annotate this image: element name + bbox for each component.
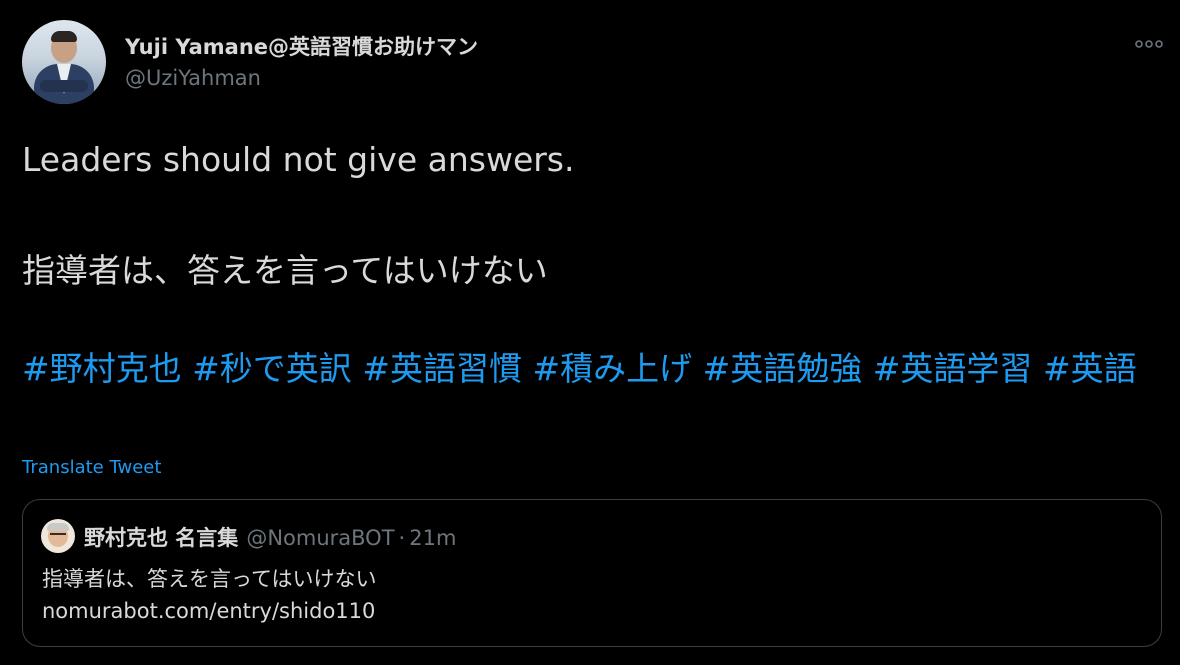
author-avatar[interactable] (22, 20, 106, 104)
quoted-avatar-glasses (50, 533, 66, 539)
quoted-tweet-header: 野村克也 名言集 @NomuraBOT · 21m (84, 522, 456, 552)
quoted-author-avatar[interactable] (41, 519, 75, 553)
quoted-separator: · (398, 526, 406, 550)
tweet: Yuji Yamane@英語習慣お助けマン @UziYahman Leaders… (0, 0, 1180, 665)
tweet-text-line-2: 指導者は、答えを言ってはいけない (22, 251, 548, 290)
hashtag-link[interactable]: #英語 (1043, 349, 1137, 388)
quoted-avatar-hair (47, 523, 69, 531)
more-options-button[interactable] (1134, 33, 1164, 55)
tweet-text-line-1: Leaders should not give answers. (22, 140, 575, 179)
quoted-text-line-1: 指導者は、答えを言ってはいけない (42, 567, 377, 591)
avatar-arms (40, 80, 88, 92)
author-handle[interactable]: @UziYahman (125, 66, 261, 90)
translate-tweet-link[interactable]: Translate Tweet (22, 457, 161, 478)
hashtag-link[interactable]: #英語勉強 (703, 349, 863, 388)
avatar-hair (51, 31, 77, 42)
quoted-text-line-2: nomurabot.com/entry/shido110 (42, 599, 376, 623)
quoted-timestamp[interactable]: 21m (409, 526, 456, 550)
more-horizontal-icon (1135, 40, 1163, 48)
hashtag-link[interactable]: #秒で英訳 (192, 349, 352, 388)
hashtag-link[interactable]: #英語学習 (873, 349, 1033, 388)
hashtag-link[interactable]: #野村克也 (22, 349, 182, 388)
quoted-author-name[interactable]: 野村克也 名言集 (84, 526, 238, 550)
hashtag-link[interactable]: #積み上げ (532, 349, 692, 388)
quoted-author-handle[interactable]: @NomuraBOT (246, 526, 394, 550)
quoted-tweet[interactable]: 野村克也 名言集 @NomuraBOT · 21m 指導者は、答えを言ってはいけない … (22, 499, 1162, 647)
hashtag-link[interactable]: #英語習慣 (362, 349, 522, 388)
hashtag-list: #野村克也 #秒で英訳 #英語習慣 #積み上げ #英語勉強 #英語学習 #英語 (22, 344, 1162, 394)
author-name[interactable]: Yuji Yamane@英語習慣お助けマン (125, 31, 478, 61)
